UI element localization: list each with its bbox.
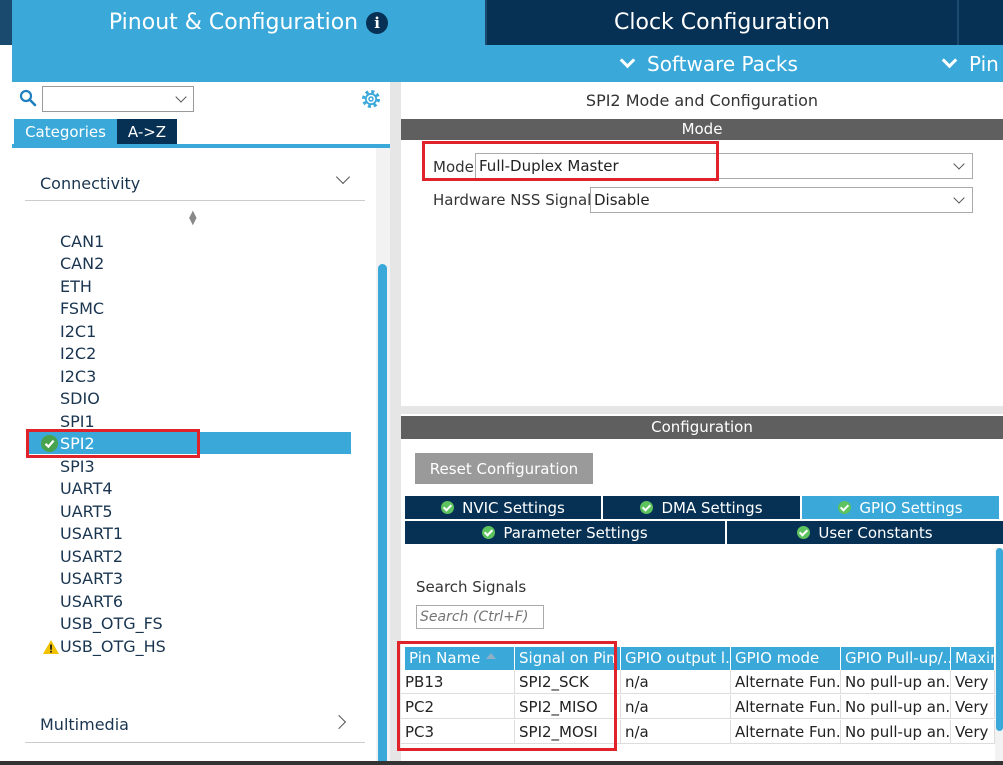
peripheral-item-uart5[interactable]: UART5 [60,501,113,523]
peripheral-item-usart1[interactable]: USART1 [60,523,123,545]
nss-select-value: Disable [594,191,650,209]
mode-configuration-panel: SPI2 Mode and Configuration Mode Mode Fu… [397,82,1003,765]
check-circle-icon [640,501,654,514]
peripheral-item-i2c1[interactable]: I2C1 [60,321,96,343]
section-connectivity[interactable]: Connectivity [40,174,140,193]
search-icon[interactable] [19,89,37,107]
table-cell[interactable]: No pull-up an... [841,695,951,719]
table-cell[interactable]: Very H [951,720,995,744]
tab-pinout-configuration[interactable]: Pinout & Configuration i [12,0,485,45]
nss-select[interactable]: Disable [590,187,973,213]
search-signals-label: Search Signals [416,578,527,596]
peripheral-item-usb-otg-hs[interactable]: USB_OTG_HS [60,636,166,658]
peripheral-item-can2[interactable]: CAN2 [60,253,104,275]
chevron-down-icon [175,91,187,103]
peripheral-item-i2c3[interactable]: I2C3 [60,366,96,388]
peripheral-item-i2c2[interactable]: I2C2 [60,343,96,365]
peripheral-tree-panel: Categories A->Z Connectivity ▲ ▼ CAN1 CAN… [12,82,390,765]
check-circle-icon [441,501,455,514]
tab-pinout-label: Pinout & Configuration [108,10,359,35]
tab-gpio-settings[interactable]: GPIO Settings [802,496,999,519]
tab-nvic-settings[interactable]: NVIC Settings [405,496,601,519]
search-combo[interactable] [42,86,194,112]
chevron-down-icon [953,192,965,204]
column-header-gpio-output[interactable]: GPIO output l... [621,647,731,670]
software-packs-menu[interactable]: Software Packs [619,45,798,82]
search-signals-input[interactable] [416,605,544,629]
table-cell[interactable]: No pull-up an... [841,670,951,694]
tab-clock-configuration[interactable]: Clock Configuration [487,0,957,45]
category-tabs: Categories A->Z [14,119,177,144]
secondary-menu-bar: Software Packs Pin [12,45,1003,82]
tab-user-constants-label: User Constants [818,523,933,542]
tab-parameter-label: Parameter Settings [503,523,648,542]
tab-dma-settings[interactable]: DMA Settings [603,496,800,519]
tab-a-to-z[interactable]: A->Z [117,119,177,144]
tab-gpio-label: GPIO Settings [859,498,963,517]
annotation-highlight-mode [422,141,719,181]
table-cell[interactable]: Alternate Fun... [731,720,841,744]
tab-parameter-settings[interactable]: Parameter Settings [405,521,725,544]
table-cell[interactable]: n/a [621,720,731,744]
check-circle-icon [797,526,811,539]
table-cell[interactable]: n/a [621,695,731,719]
chevron-down-icon [941,52,958,69]
gear-icon[interactable] [360,88,382,110]
panel-title: SPI2 Mode and Configuration [585,91,819,110]
peripheral-item-usb-otg-fs[interactable]: USB_OTG_FS [60,613,163,635]
table-cell[interactable]: Alternate Fun... [731,670,841,694]
scrollbar-thumb[interactable] [996,548,1003,731]
annotation-highlight-pins [397,641,617,751]
window-bottom-edge [0,761,1003,765]
sort-icon[interactable]: ▲ ▼ [189,210,197,227]
column-header-gpio-mode[interactable]: GPIO mode [731,647,841,670]
check-circle-icon [838,501,852,514]
tab-dma-label: DMA Settings [661,498,763,517]
peripheral-item-spi3[interactable]: SPI3 [60,456,95,478]
table-cell[interactable]: Very H [951,695,995,719]
divider [25,742,365,743]
chevron-down-icon [953,158,965,170]
top-tab-bar: Pinout & Configuration i Clock Configura… [0,0,1003,45]
scrollbar-thumb[interactable] [378,264,387,765]
configuration-header: Configuration [401,416,1003,439]
tab-categories[interactable]: Categories [14,119,117,144]
section-gap [401,406,1003,414]
column-header-max[interactable]: Maxim [951,647,995,670]
peripheral-item-usart6[interactable]: USART6 [60,591,123,613]
nss-label: Hardware NSS Signal [433,191,592,209]
mode-header: Mode [401,119,1003,140]
peripheral-item-usart2[interactable]: USART2 [60,546,123,568]
software-packs-label: Software Packs [647,51,798,76]
peripheral-item-sdio[interactable]: SDIO [60,388,100,410]
peripheral-item-fsmc[interactable]: FSMC [60,298,104,320]
check-circle-icon [482,526,496,539]
tab-clock-label: Clock Configuration [614,10,830,35]
pinout-menu-label: Pin [969,51,999,76]
peripheral-item-can1[interactable]: CAN1 [60,231,104,253]
column-header-gpio-pull[interactable]: GPIO Pull-up/... [841,647,951,670]
section-multimedia[interactable]: Multimedia [40,715,129,734]
info-icon[interactable]: i [366,11,389,34]
table-cell[interactable]: Alternate Fun... [731,695,841,719]
annotation-highlight-spi2 [26,429,200,458]
peripheral-item-uart4[interactable]: UART4 [60,478,113,500]
divider [25,200,365,201]
reset-configuration-button[interactable]: Reset Configuration [415,453,593,484]
tab-next-truncated[interactable] [959,0,1003,45]
table-cell[interactable]: n/a [621,670,731,694]
peripheral-item-eth[interactable]: ETH [60,276,92,298]
table-cell[interactable]: Very H [951,670,995,694]
pinout-menu[interactable]: Pin [941,45,999,82]
peripheral-item-usart3[interactable]: USART3 [60,568,123,590]
tab-nvic-label: NVIC Settings [462,498,565,517]
warning-icon [43,640,59,654]
chevron-down-icon [619,52,636,69]
table-cell[interactable]: No pull-up an... [841,720,951,744]
tab-user-constants[interactable]: User Constants [727,521,1003,544]
